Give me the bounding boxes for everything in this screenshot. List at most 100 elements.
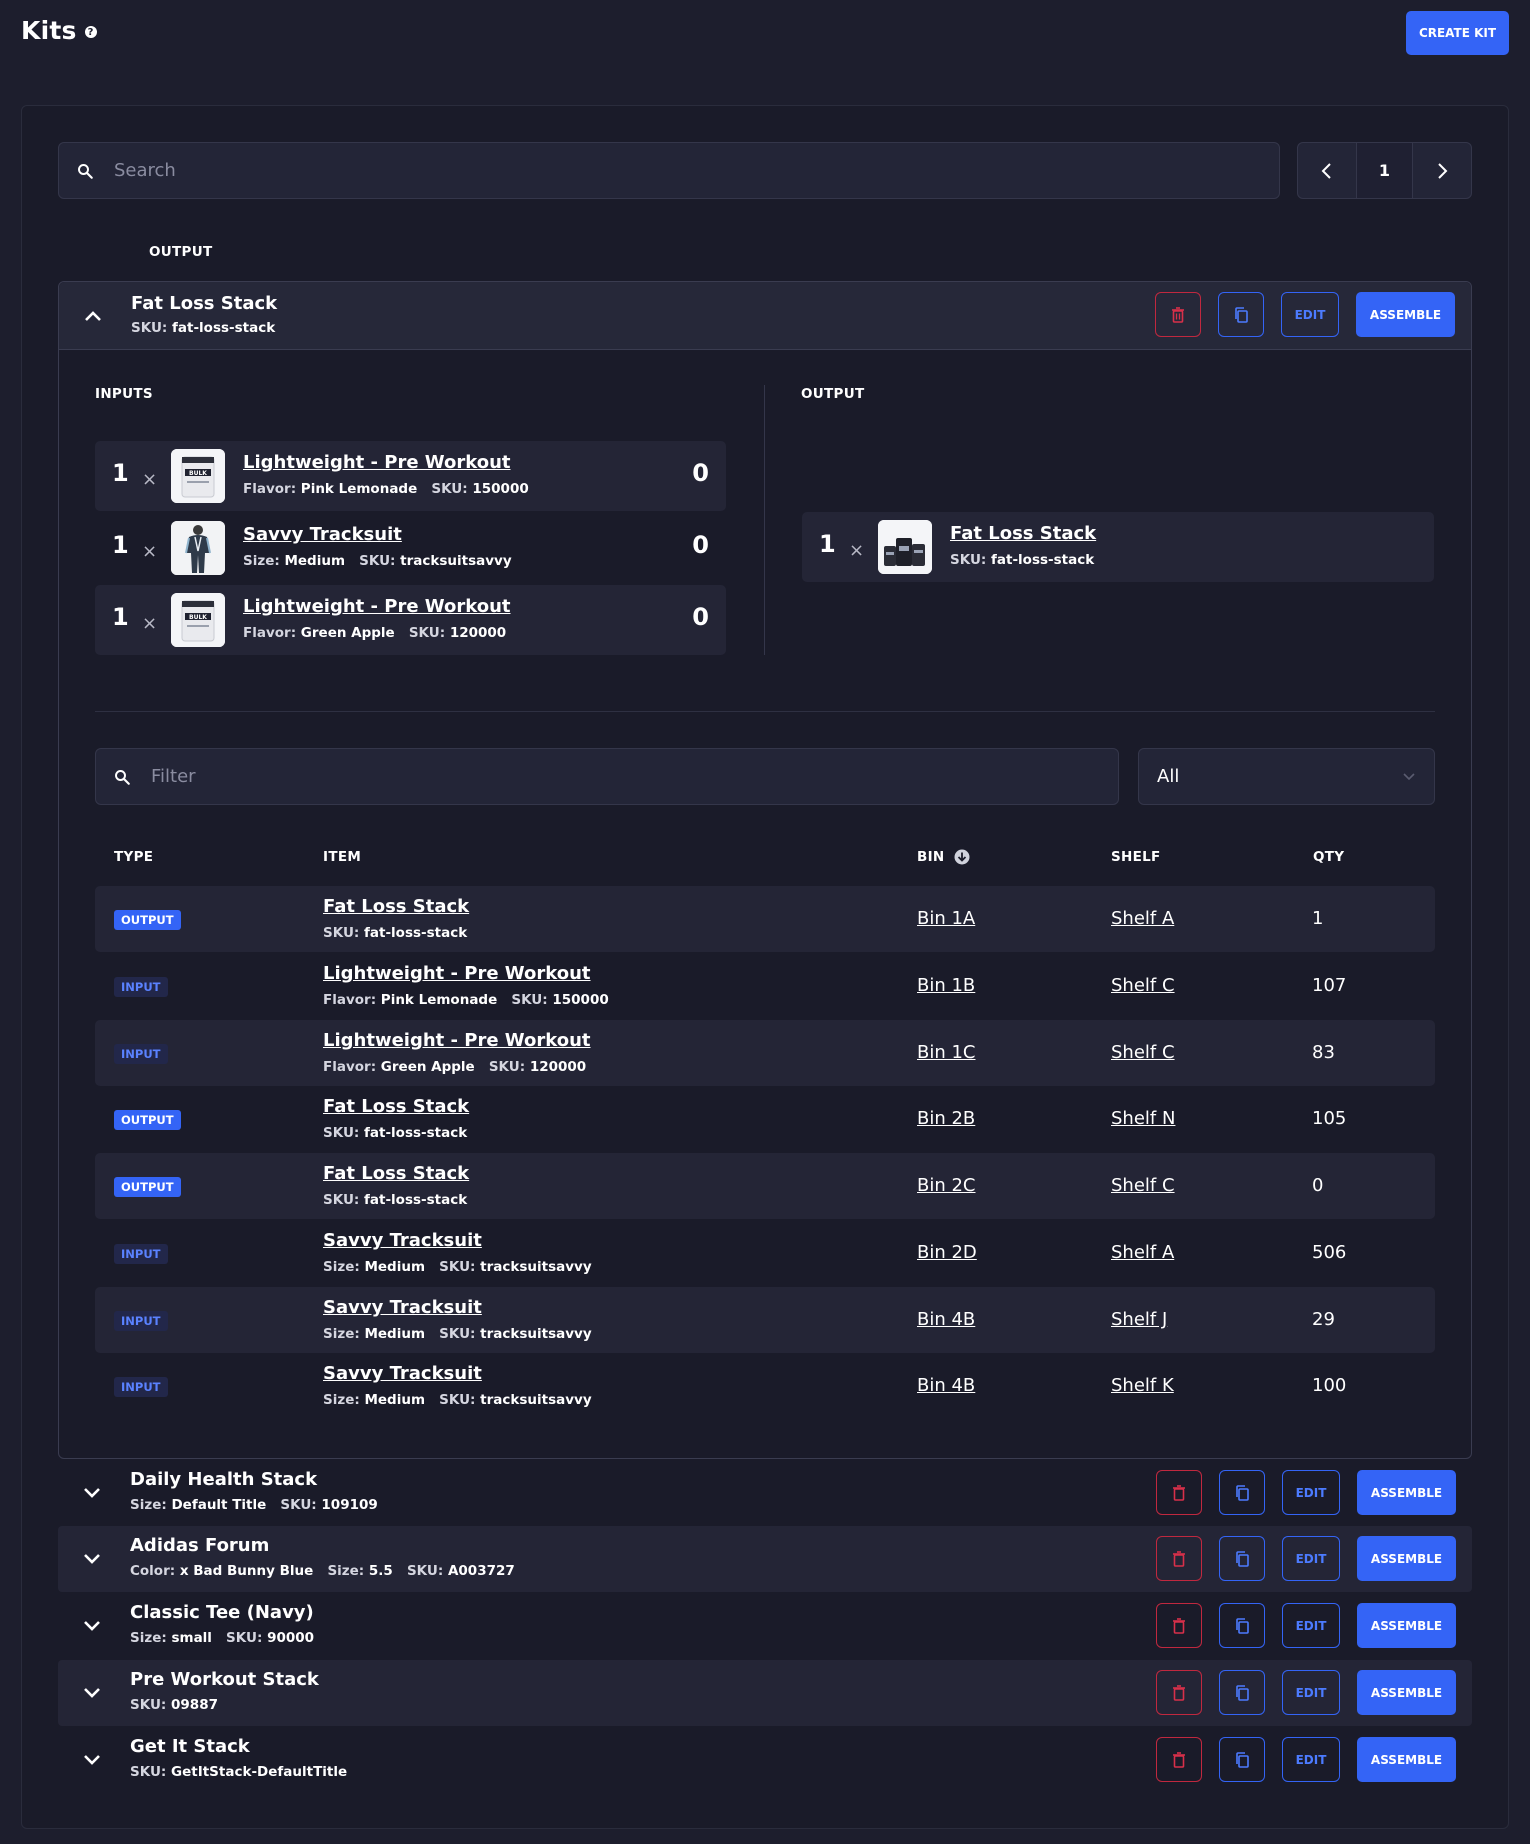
edit-button[interactable]: EDIT xyxy=(1282,1536,1340,1581)
row-item-link[interactable]: Fat Loss Stack xyxy=(323,1096,469,1117)
row-bin-link[interactable]: Bin 4B xyxy=(917,1309,975,1330)
edit-button[interactable]: EDIT xyxy=(1282,1670,1340,1715)
row-item-meta: SKU: fat-loss-stack xyxy=(323,925,468,941)
assemble-button[interactable]: ASSEMBLE xyxy=(1357,1536,1456,1581)
row-item-link[interactable]: Savvy Tracksuit xyxy=(323,1230,482,1251)
search-icon xyxy=(115,769,130,785)
row-shelf-link[interactable]: Shelf C xyxy=(1111,975,1175,996)
delete-button[interactable] xyxy=(1156,1670,1202,1715)
input-item-link[interactable]: Savvy Tracksuit xyxy=(243,524,402,545)
kit-row[interactable]: Get It Stack SKU: GetItStack-DefaultTitl… xyxy=(58,1727,1472,1793)
assemble-button[interactable]: ASSEMBLE xyxy=(1357,1670,1456,1715)
filter-input[interactable] xyxy=(151,766,1071,787)
table-row: INPUT Lightweight - Pre Workout Flavor: … xyxy=(95,953,1435,1019)
row-item-meta: Size: Medium SKU: tracksuitsavvy xyxy=(323,1326,592,1342)
row-shelf-link[interactable]: Shelf A xyxy=(1111,1242,1174,1263)
col-header-bin[interactable]: BIN xyxy=(917,849,970,865)
row-item-link[interactable]: Savvy Tracksuit xyxy=(323,1363,482,1384)
duplicate-button[interactable] xyxy=(1219,1536,1265,1581)
chevron-down-icon[interactable] xyxy=(82,1482,102,1502)
row-item-link[interactable]: Savvy Tracksuit xyxy=(323,1297,482,1318)
chevron-down-icon[interactable] xyxy=(82,1682,102,1702)
input-item-meta: Flavor: Green Apple SKU: 120000 xyxy=(243,625,507,641)
delete-button[interactable] xyxy=(1156,1737,1202,1782)
row-shelf-link[interactable]: Shelf A xyxy=(1111,908,1174,929)
input-item-meta: Size: Medium SKU: tracksuitsavvy xyxy=(243,553,512,569)
kit-sku: SKU: fat-loss-stack xyxy=(131,320,276,336)
bulk-tub-thumbnail: BULK xyxy=(171,593,225,647)
kit-name: Get It Stack xyxy=(130,1736,250,1757)
row-item-link[interactable]: Fat Loss Stack xyxy=(323,896,469,917)
kit-header[interactable]: Fat Loss Stack SKU: fat-loss-stack EDIT … xyxy=(59,282,1471,350)
table-row: INPUT Lightweight - Pre Workout Flavor: … xyxy=(95,1020,1435,1086)
duplicate-button[interactable] xyxy=(1219,1470,1265,1515)
chevron-down-icon[interactable] xyxy=(82,1615,102,1635)
filter-box[interactable] xyxy=(95,748,1119,805)
times-icon: × xyxy=(142,541,158,562)
edit-button[interactable]: EDIT xyxy=(1282,1603,1340,1648)
trash-icon xyxy=(1173,1617,1185,1634)
edit-button[interactable]: EDIT xyxy=(1282,1470,1340,1515)
duplicate-button[interactable] xyxy=(1218,292,1264,337)
delete-button[interactable] xyxy=(1155,292,1201,337)
inputs-label: INPUTS xyxy=(95,386,153,402)
row-bin-link[interactable]: Bin 2B xyxy=(917,1108,975,1129)
row-bin-link[interactable]: Bin 1C xyxy=(917,1042,976,1063)
row-bin-link[interactable]: Bin 1B xyxy=(917,975,975,996)
delete-button[interactable] xyxy=(1156,1536,1202,1581)
chevron-up-icon[interactable] xyxy=(83,306,103,326)
row-item-link[interactable]: Lightweight - Pre Workout xyxy=(323,963,591,984)
row-qty: 1 xyxy=(1312,908,1324,929)
copy-icon xyxy=(1236,1617,1249,1634)
input-qty: 1 xyxy=(112,603,129,631)
kit-row[interactable]: Daily Health Stack Size: Default Title S… xyxy=(58,1460,1472,1526)
row-bin-link[interactable]: Bin 1A xyxy=(917,908,975,929)
kit-name: Pre Workout Stack xyxy=(130,1669,319,1690)
row-shelf-link[interactable]: Shelf N xyxy=(1111,1108,1175,1129)
delete-button[interactable] xyxy=(1156,1603,1202,1648)
edit-button[interactable]: EDIT xyxy=(1282,1737,1340,1782)
search-box[interactable] xyxy=(58,142,1280,199)
tracksuit-thumbnail xyxy=(171,521,225,575)
page-number: 1 xyxy=(1355,143,1414,198)
duplicate-button[interactable] xyxy=(1219,1670,1265,1715)
row-bin-link[interactable]: Bin 4B xyxy=(917,1375,975,1396)
row-bin-link[interactable]: Bin 2C xyxy=(917,1175,976,1196)
assemble-button[interactable]: ASSEMBLE xyxy=(1357,1603,1456,1648)
list-output-header: OUTPUT xyxy=(149,244,213,260)
row-shelf-link[interactable]: Shelf C xyxy=(1111,1042,1175,1063)
duplicate-button[interactable] xyxy=(1219,1603,1265,1648)
edit-button[interactable]: EDIT xyxy=(1281,292,1339,337)
type-select[interactable]: All xyxy=(1138,748,1435,805)
chevron-down-icon[interactable] xyxy=(82,1548,102,1568)
kit-row[interactable]: Adidas Forum Color: x Bad Bunny Blue Siz… xyxy=(58,1526,1472,1592)
create-kit-button[interactable]: CREATE KIT xyxy=(1406,11,1509,55)
kit-meta: Color: x Bad Bunny Blue Size: 5.5 SKU: A… xyxy=(130,1563,515,1579)
type-badge: INPUT xyxy=(114,1377,168,1397)
kit-row[interactable]: Classic Tee (Navy) Size: small SKU: 9000… xyxy=(58,1593,1472,1659)
row-item-meta: Size: Medium SKU: tracksuitsavvy xyxy=(323,1392,592,1408)
row-item-link[interactable]: Fat Loss Stack xyxy=(323,1163,469,1184)
row-bin-link[interactable]: Bin 2D xyxy=(917,1242,977,1263)
prev-page-button[interactable] xyxy=(1298,143,1356,198)
duplicate-button[interactable] xyxy=(1219,1737,1265,1782)
kit-row[interactable]: Pre Workout Stack SKU: 09887 EDIT ASSEMB… xyxy=(58,1660,1472,1726)
row-shelf-link[interactable]: Shelf J xyxy=(1111,1309,1167,1330)
assemble-button[interactable]: ASSEMBLE xyxy=(1357,1470,1456,1515)
row-item-link[interactable]: Lightweight - Pre Workout xyxy=(323,1030,591,1051)
delete-button[interactable] xyxy=(1156,1470,1202,1515)
next-page-button[interactable] xyxy=(1413,143,1471,198)
row-shelf-link[interactable]: Shelf K xyxy=(1111,1375,1174,1396)
chevron-down-icon[interactable] xyxy=(82,1749,102,1769)
assemble-button[interactable]: ASSEMBLE xyxy=(1356,292,1455,337)
help-icon[interactable]: ? xyxy=(84,26,97,38)
input-item-link[interactable]: Lightweight - Pre Workout xyxy=(243,596,511,617)
search-input[interactable] xyxy=(114,160,1212,181)
input-qty: 1 xyxy=(112,531,129,559)
row-shelf-link[interactable]: Shelf C xyxy=(1111,1175,1175,1196)
assemble-button[interactable]: ASSEMBLE xyxy=(1357,1737,1456,1782)
output-item-link[interactable]: Fat Loss Stack xyxy=(950,523,1096,544)
input-item-link[interactable]: Lightweight - Pre Workout xyxy=(243,452,511,473)
svg-text:BULK: BULK xyxy=(189,470,207,477)
trash-icon xyxy=(1173,1684,1185,1701)
